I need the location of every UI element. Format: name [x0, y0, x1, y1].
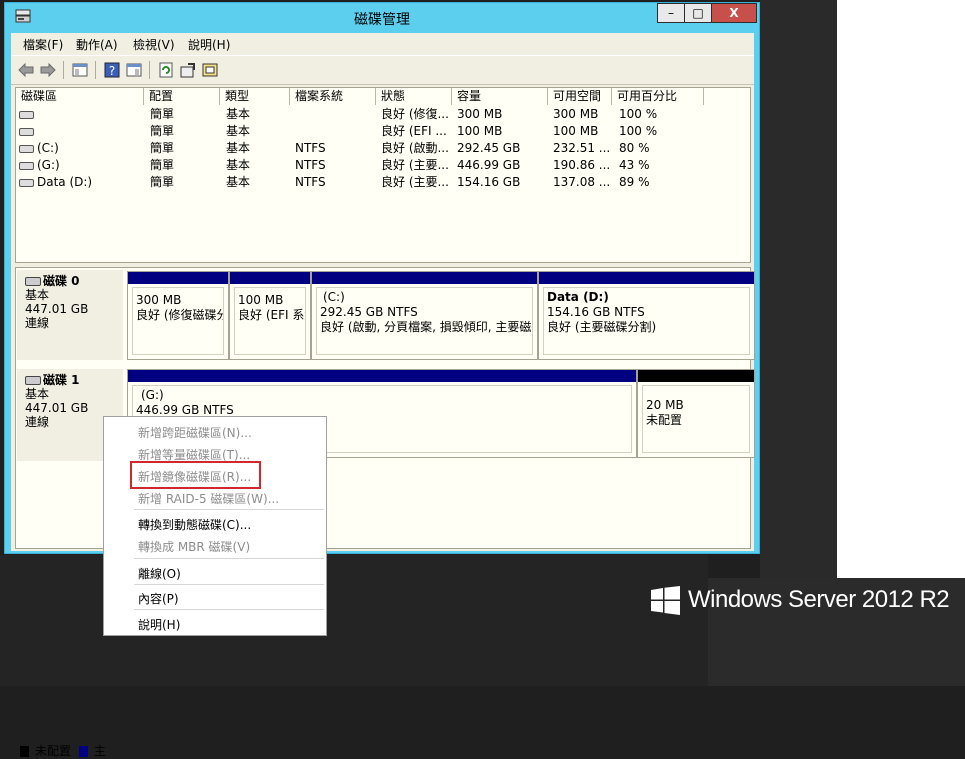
partition-data-d[interactable]: Data (D:) 154.16 GB NTFS 良好 (主要磁碟分割) — [538, 271, 755, 360]
windows-logo — [651, 585, 680, 615]
volume-icon — [19, 161, 34, 170]
column-header-layout[interactable]: 配置 — [144, 88, 220, 105]
window-title: 磁碟管理 — [354, 11, 410, 27]
menu-help[interactable]: 說明(H) — [138, 616, 180, 633]
menu-help[interactable]: 說明(H) — [188, 36, 230, 53]
volume-icon — [19, 110, 34, 119]
back-arrow-icon[interactable] — [17, 61, 35, 79]
legend-label-unallocated: 未配置 — [35, 744, 72, 758]
highlight-box — [130, 461, 261, 489]
properties-pane-icon[interactable] — [125, 61, 143, 79]
legend: 未配置 主 — [20, 742, 106, 759]
partition-recovery[interactable]: 300 MB 良好 (修復磁碟分 — [127, 271, 229, 360]
table-row[interactable]: 簡單 基本 良好 (EFI ... 100 MB 100 MB 100 % — [16, 123, 750, 140]
partition-unallocated[interactable]: 20 MB 未配置 — [637, 369, 755, 458]
refresh-icon[interactable] — [157, 61, 175, 79]
menu-convert-mbr[interactable]: 轉換成 MBR 磁碟(V) — [138, 538, 250, 555]
menu-properties[interactable]: 內容(P) — [138, 590, 179, 607]
volume-icon — [19, 127, 34, 136]
menu-file[interactable]: 檔案(F) — [23, 36, 63, 53]
svg-text:?: ? — [109, 64, 115, 78]
windows-server-branding: Windows Server 2012 R2 — [651, 585, 950, 615]
menu-convert-dynamic[interactable]: 轉換到動態磁碟(C)... — [138, 516, 251, 533]
partition-efi[interactable]: 100 MB良好 (EFI 系統 — [229, 271, 311, 360]
close-button[interactable]: X — [711, 3, 757, 23]
menu-offline[interactable]: 離線(O) — [138, 565, 181, 582]
legend-swatch-unallocated — [20, 746, 29, 757]
context-menu: 新增跨距磁碟區(N)... 新增等量磁碟區(T)... 新增鏡像磁碟區(R)..… — [103, 416, 327, 636]
column-header-volume[interactable]: 磁碟區 — [16, 88, 144, 105]
column-header-filesystem[interactable]: 檔案系統 — [290, 88, 376, 105]
help-icon[interactable]: ? — [103, 61, 121, 79]
disk-icon — [25, 376, 41, 385]
volume-icon — [19, 144, 34, 153]
menu-bar: 檔案(F) 動作(A) 檢視(V) 說明(H) — [11, 33, 754, 53]
minimize-button[interactable]: – — [657, 3, 685, 23]
menu-new-spanned-volume[interactable]: 新增跨距磁碟區(N)... — [138, 424, 252, 441]
forward-arrow-icon[interactable] — [39, 61, 57, 79]
legend-label-primary: 主 — [93, 744, 106, 758]
branding-text: Windows Server 2012 R2 — [688, 586, 950, 613]
table-row[interactable]: (C:) 簡單 基本 NTFS 良好 (啟動... 292.45 GB 232.… — [16, 140, 750, 157]
column-header-free-space[interactable]: 可用空間 — [548, 88, 612, 105]
maximize-button[interactable]: □ — [684, 3, 712, 23]
table-row[interactable]: 簡單 基本 良好 (修復... 300 MB 300 MB 100 % — [16, 106, 750, 123]
rescan-disks-icon[interactable] — [201, 61, 219, 79]
menu-view[interactable]: 檢視(V) — [133, 36, 175, 53]
disk-0-label[interactable]: 磁碟 0 基本 447.01 GB 連線 — [17, 270, 123, 360]
column-header-status[interactable]: 狀態 — [376, 88, 452, 105]
toolbar: ? — [11, 55, 754, 85]
partition-c[interactable]: (C:) 292.45 GB NTFS 良好 (啟動, 分頁檔案, 損毀傾印, 主要… — [311, 271, 538, 360]
legend-swatch-primary — [78, 746, 88, 757]
show-hide-console-tree-icon[interactable] — [71, 61, 89, 79]
volume-icon — [19, 178, 34, 187]
column-header-percent-free[interactable]: 可用百分比 — [612, 88, 704, 105]
menu-new-raid5-volume[interactable]: 新增 RAID-5 磁碟區(W)... — [138, 490, 279, 507]
column-header-type[interactable]: 類型 — [220, 88, 290, 105]
table-row[interactable]: Data (D:) 簡單 基本 NTFS 良好 (主要... 154.16 GB… — [16, 174, 750, 191]
volume-list[interactable]: 磁碟區 配置 類型 檔案系統 狀態 容量 可用空間 可用百分比 簡單 基本 良好… — [15, 87, 751, 263]
title-bar[interactable]: 磁碟管理 – □ X — [5, 3, 759, 33]
properties-icon[interactable] — [179, 61, 197, 79]
disk-icon — [25, 277, 41, 286]
column-header-capacity[interactable]: 容量 — [452, 88, 548, 105]
table-row[interactable]: (G:) 簡單 基本 NTFS 良好 (主要... 446.99 GB 190.… — [16, 157, 750, 174]
menu-action[interactable]: 動作(A) — [76, 36, 118, 53]
